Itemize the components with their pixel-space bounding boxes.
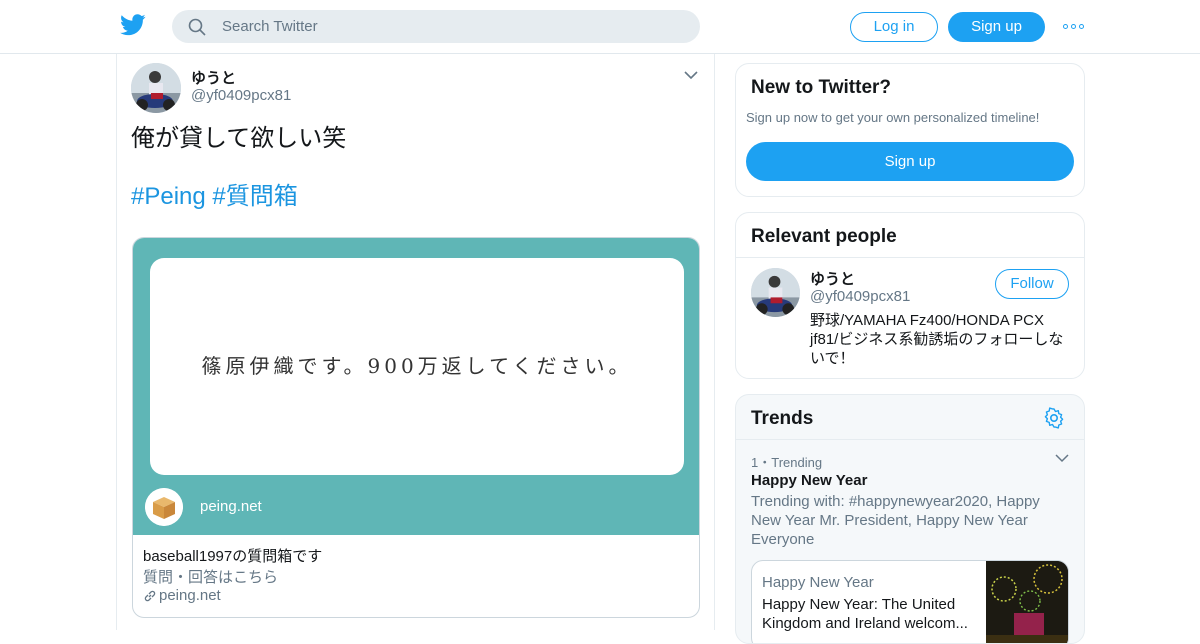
signup-button[interactable]: Sign up: [948, 12, 1045, 42]
tweet-hashtags: #Peing #質問箱: [131, 182, 298, 212]
module-subtitle: Sign up now to get your own personalized…: [746, 110, 1040, 125]
tweet-column: ゆうと @yf0409pcx81 俺が貸して欲しい笑 #Peing #質問箱 篠…: [116, 54, 715, 630]
hashtag-link[interactable]: #Peing: [131, 183, 206, 210]
cardboard-box-icon: [145, 488, 183, 526]
top-navigation-bar: Log in Sign up: [0, 0, 1200, 54]
relevant-people-module: Relevant people ゆうと @yf0409pcx81 Follow …: [735, 212, 1085, 379]
link-preview-card[interactable]: 篠原伊織です。900万返してください。 peing.net baseball19…: [132, 237, 700, 618]
divider: [736, 257, 1084, 258]
fireworks-image-icon: [986, 561, 1068, 643]
module-title: Relevant people: [751, 226, 897, 247]
new-to-twitter-module: New to Twitter? Sign up now to get your …: [735, 63, 1085, 197]
person-name[interactable]: ゆうと: [810, 268, 855, 289]
module-title: New to Twitter?: [751, 77, 892, 98]
search-icon: [188, 18, 206, 36]
card-site-badge: peing.net: [200, 498, 262, 515]
trend-context: Trending with: #happynewyear2020, Happy …: [751, 493, 1040, 548]
card-title: baseball1997の質問箱です: [143, 548, 323, 565]
news-card-label: Happy New Year: [762, 574, 874, 591]
trend-rank: 1・Trending: [751, 455, 823, 470]
hashtag-link[interactable]: #質問箱: [212, 183, 297, 210]
author-name[interactable]: ゆうと: [191, 67, 236, 88]
tweet-text: 俺が貸して欲しい笑: [131, 125, 347, 152]
trends-module: Trends 1・Trending Happy New Year Trendin…: [735, 394, 1085, 644]
search-input[interactable]: [222, 10, 682, 43]
avatar-photo-icon: [131, 63, 181, 113]
card-link-text: peing.net: [159, 587, 221, 604]
login-button[interactable]: Log in: [850, 12, 938, 42]
trend-news-card[interactable]: Happy New Year Happy New Year: The Unite…: [751, 560, 1069, 643]
link-icon: [144, 590, 156, 602]
divider: [736, 439, 1084, 440]
follow-button[interactable]: Follow: [995, 269, 1069, 299]
avatar-photo-icon: [751, 268, 800, 317]
module-title: Trends: [751, 408, 814, 429]
person-handle[interactable]: @yf0409pcx81: [810, 288, 910, 305]
avatar[interactable]: [751, 268, 800, 317]
question-text: 篠原伊織です。900万返してください。: [201, 354, 633, 378]
trend-name[interactable]: Happy New Year: [751, 472, 867, 489]
news-card-headline: Happy New Year: The United Kingdom and I…: [762, 596, 968, 632]
more-options-icon[interactable]: [1063, 18, 1087, 36]
card-image: 篠原伊織です。900万返してください。 peing.net: [133, 238, 699, 535]
gear-icon[interactable]: [1043, 407, 1065, 429]
card-link[interactable]: peing.net: [143, 587, 221, 604]
question-panel: 篠原伊織です。900万返してください。: [150, 258, 684, 475]
sidebar-signup-button[interactable]: Sign up: [746, 142, 1074, 181]
chevron-down-icon[interactable]: [1055, 453, 1069, 463]
card-description: 質問・回答はこちら: [143, 569, 279, 586]
search-bar[interactable]: [172, 10, 700, 43]
author-handle[interactable]: @yf0409pcx81: [191, 87, 291, 104]
twitter-bird-logo-icon[interactable]: [120, 14, 146, 36]
avatar[interactable]: [131, 63, 181, 113]
chevron-down-icon[interactable]: [683, 69, 699, 81]
person-bio: 野球/YAMAHA Fz400/HONDA PCX jf81/ビジネス系勧誘垢の…: [810, 312, 1064, 367]
